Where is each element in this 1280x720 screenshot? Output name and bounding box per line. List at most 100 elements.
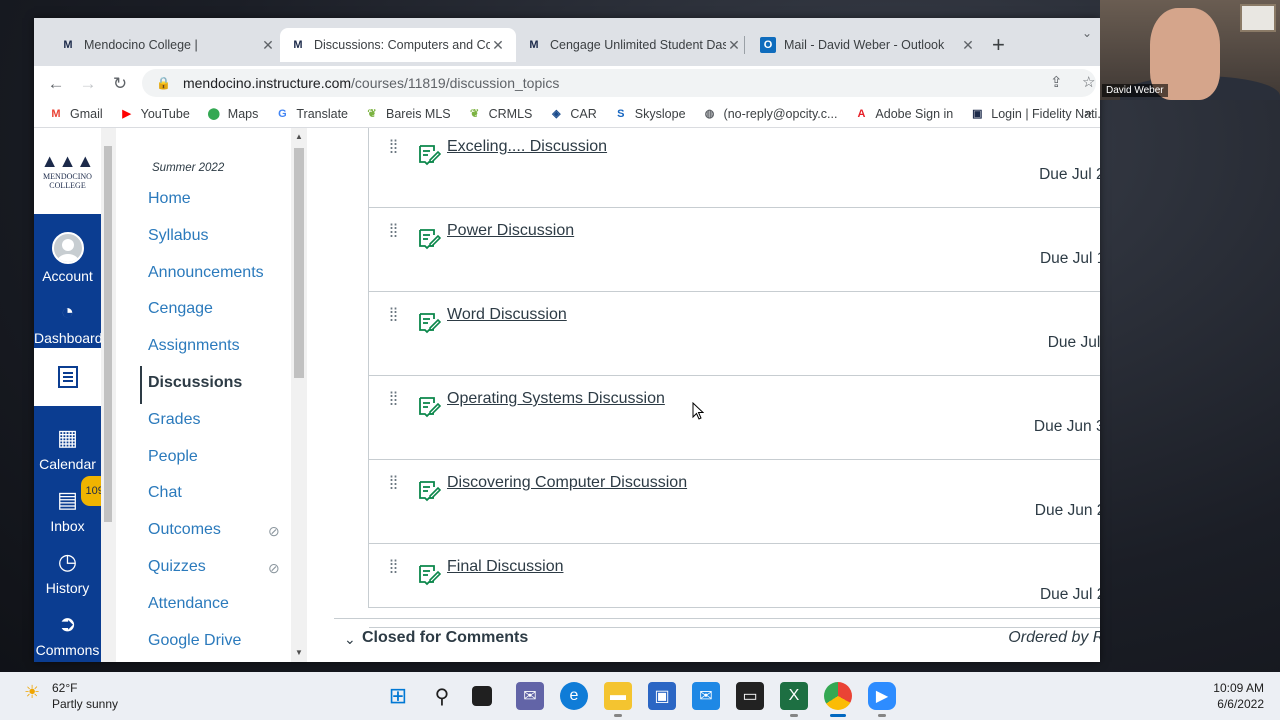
bookmark-item[interactable]: ⬤ Maps (206, 106, 259, 122)
bookmark-item[interactable]: S Skyslope (613, 106, 685, 122)
back-button[interactable]: ← (44, 72, 68, 96)
teams-chat-icon[interactable]: ✉ (516, 682, 544, 710)
tab-cengage[interactable]: M Cengage Unlimited Student Das ✕ (516, 28, 752, 62)
bookmark-item[interactable]: ▶ YouTube (119, 106, 189, 122)
search-icon[interactable]: ⚲ (428, 682, 456, 710)
drag-handle-icon[interactable]: ⁞⁞ (389, 222, 403, 240)
discussion-title-link[interactable]: Exceling.... Discussion (447, 138, 607, 156)
discussions-content: ⁞⁞Exceling.... Discussion✓⋮Due Jul 23, 1… (334, 128, 1100, 662)
discussion-icon (419, 313, 441, 334)
discussion-title-link[interactable]: Operating Systems Discussion (447, 390, 665, 408)
discussion-row[interactable]: ⁞⁞Operating Systems Discussion✓⋮Due Jun … (369, 376, 1100, 460)
global-nav-scrollbar[interactable] (101, 128, 116, 662)
nav-dashboard[interactable]: ◔ Dashboard (34, 298, 103, 346)
lock-icon: 🔒 (156, 76, 171, 90)
bookmark-item[interactable]: ▣ Login | Fidelity Nati... (969, 106, 1100, 122)
task-view-icon[interactable] (472, 686, 492, 706)
bookmark-item[interactable]: ◍ (no-reply@opcity.c... (702, 106, 838, 122)
translate-icon: G (278, 107, 287, 120)
mouse-cursor-icon (692, 402, 704, 420)
windows-start-icon[interactable]: ⊞ (384, 682, 412, 710)
tab-outlook[interactable]: O Mail - David Weber - Outlook ✕ (750, 28, 986, 62)
course-nav-syllabus[interactable]: Syllabus (148, 227, 208, 245)
forward-button[interactable]: → (76, 72, 100, 96)
outlook-icon: O (760, 37, 776, 53)
nav-courses[interactable] (34, 348, 101, 406)
scrollbar-thumb[interactable] (294, 148, 304, 378)
file-explorer-icon[interactable]: ▬ (604, 682, 632, 710)
tab-search-icon[interactable]: ⌄ (1082, 26, 1092, 40)
nav-account[interactable]: Account (34, 232, 101, 284)
star-icon[interactable]: ☆ (1082, 73, 1095, 91)
windows-taskbar: ☀ 62°F Partly sunny ⊞ ⚲ ✉ e ▬ ▣ ✉ ▭ X ▶ … (0, 672, 1280, 720)
drag-handle-icon[interactable]: ⁞⁞ (389, 474, 403, 492)
new-tab-button[interactable]: + (992, 32, 1005, 58)
discussion-row[interactable]: ⁞⁞Power Discussion✓⋮Due Jul 15, 11:59 AM (369, 208, 1100, 292)
zoom-icon[interactable]: ▶ (868, 682, 896, 710)
bookmark-item[interactable]: ❦ Bareis MLS (364, 106, 450, 122)
bookmark-item[interactable]: A Adobe Sign in (853, 106, 953, 122)
course-nav-scrollbar[interactable]: ▲ ▼ (291, 128, 307, 662)
course-nav-people[interactable]: People (148, 448, 198, 466)
nav-calendar[interactable]: ▦ Calendar (34, 424, 101, 472)
drag-handle-icon[interactable]: ⁞⁞ (389, 306, 403, 324)
edge-icon[interactable]: e (560, 682, 588, 710)
course-nav-home[interactable]: Home (148, 190, 191, 208)
close-icon[interactable]: ✕ (960, 37, 976, 54)
bookmarks-overflow-icon[interactable]: » (1085, 105, 1092, 120)
mail-icon[interactable]: ✉ (692, 682, 720, 710)
bookmark-item[interactable]: M Gmail (48, 106, 102, 122)
address-bar[interactable]: 🔒 mendocino.instructure.com/courses/1181… (142, 69, 1096, 97)
college-logo[interactable]: ▲▲▲ MENDOCINO COLLEGE (34, 128, 101, 214)
closed-for-comments-section[interactable]: ⌄ Closed for Comments Ordered by Recent … (334, 618, 1100, 662)
discussion-row[interactable]: ⁞⁞Final Discussion✓⋮Due Jul 28, 11:59 AM (369, 544, 1100, 628)
due-date: Due Jul 23, 11:59 PM (1039, 166, 1100, 183)
course-nav-google-drive[interactable]: Google Drive (148, 632, 241, 650)
course-nav-attendance[interactable]: Attendance (148, 595, 229, 613)
scroll-down-arrow[interactable]: ▼ (295, 648, 303, 657)
drag-handle-icon[interactable]: ⁞⁞ (389, 390, 403, 408)
course-nav-chat[interactable]: Chat (148, 484, 182, 502)
drag-handle-icon[interactable]: ⁞⁞ (389, 558, 403, 576)
course-nav-discussions[interactable]: Discussions (148, 374, 242, 392)
discussion-row[interactable]: ⁞⁞Exceling.... Discussion✓⋮Due Jul 23, 1… (369, 124, 1100, 208)
bookmark-item[interactable]: ❦ CRMLS (467, 106, 532, 122)
tab-discussions[interactable]: M Discussions: Computers and Con ✕ (280, 28, 516, 62)
chevron-down-icon[interactable]: ⌄ (344, 631, 356, 648)
bookmark-item[interactable]: G Translate (274, 106, 348, 122)
discussion-title-link[interactable]: Word Discussion (447, 306, 567, 324)
store-icon[interactable]: ▣ (648, 682, 676, 710)
discussion-title-link[interactable]: Power Discussion (447, 222, 574, 240)
course-nav-grades[interactable]: Grades (148, 411, 200, 429)
tab-strip: M Mendocino College | ✕ M Discussions: C… (34, 18, 1100, 66)
close-icon[interactable]: ✕ (726, 37, 742, 54)
close-icon[interactable]: ✕ (490, 37, 506, 54)
bookmark-item[interactable]: ◈ CAR (548, 106, 597, 122)
share-icon[interactable]: ⇪ (1050, 73, 1063, 91)
browser-toolbar: ← → ↻ 🔒 mendocino.instructure.com/course… (34, 66, 1100, 100)
system-clock[interactable]: 10:09 AM 6/6/2022 (1213, 680, 1264, 712)
discussion-row[interactable]: ⁞⁞Word Discussion✓⋮Due Jul 8, 11:59 PM (369, 292, 1100, 376)
course-nav-assignments[interactable]: Assignments (148, 337, 240, 355)
drag-handle-icon[interactable]: ⁞⁞ (389, 138, 403, 156)
discussion-title-link[interactable]: Final Discussion (447, 558, 563, 576)
discussion-title-link[interactable]: Discovering Computer Discussion (447, 474, 687, 492)
weather-widget[interactable]: ☀ 62°F Partly sunny (24, 680, 118, 712)
terminal-icon[interactable]: ▭ (736, 682, 764, 710)
course-nav-outcomes[interactable]: Outcomes (148, 521, 221, 539)
course-nav-announcements[interactable]: Announcements (148, 264, 264, 282)
nav-inbox[interactable]: ▤ 109 Inbox (34, 476, 109, 534)
nav-history[interactable]: ◷ History (34, 548, 101, 596)
scrollbar-thumb[interactable] (104, 146, 112, 522)
globe-icon: ◍ (704, 108, 715, 120)
chrome-icon[interactable] (824, 682, 852, 710)
reload-button[interactable]: ↻ (108, 72, 132, 96)
discussion-row[interactable]: ⁞⁞Discovering Computer Discussion✓⋮Due J… (369, 460, 1100, 544)
excel-icon[interactable]: X (780, 682, 808, 710)
scroll-up-arrow[interactable]: ▲ (295, 132, 303, 141)
tab-mendocino-college[interactable]: M Mendocino College | ✕ (50, 28, 286, 62)
nav-commons[interactable]: ➲ Commons (34, 610, 101, 658)
course-nav-cengage[interactable]: Cengage (148, 300, 213, 318)
course-nav-quizzes[interactable]: Quizzes (148, 558, 206, 576)
close-icon[interactable]: ✕ (260, 37, 276, 54)
